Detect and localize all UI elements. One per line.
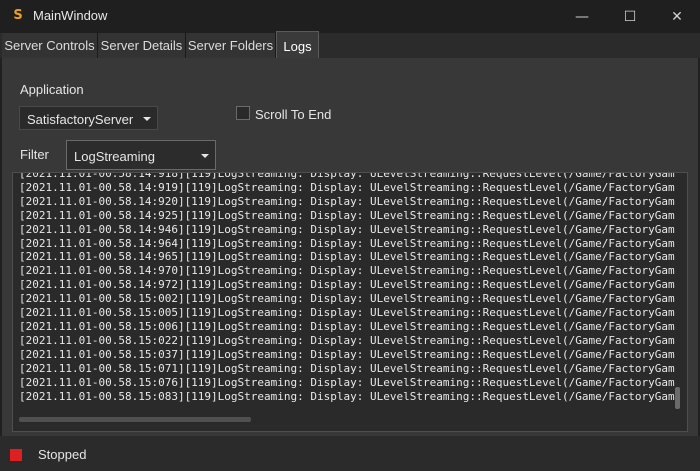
log-line: [2021.11.01-00.58.14:970][119]LogStreami… — [19, 264, 675, 278]
log-line: [2021.11.01-00.58.15:037][119]LogStreami… — [19, 347, 675, 361]
logs-panel: Application SatisfactoryServer Scroll To… — [2, 58, 698, 436]
log-line: [2021.11.01-00.58.15:083][119]LogStreami… — [19, 389, 675, 403]
tab-server-controls[interactable]: Server Controls — [2, 33, 98, 58]
vertical-scrollbar-thumb[interactable] — [675, 387, 680, 409]
log-line: [2021.11.01-00.58.14:965][119]LogStreami… — [19, 250, 675, 264]
log-line: [2021.11.01-00.58.14:972][119]LogStreami… — [19, 278, 675, 292]
log-line: [2021.11.01-00.58.14:918][119]LogStreami… — [19, 172, 675, 180]
tab-server-folders[interactable]: Server Folders — [186, 33, 276, 58]
log-output[interactable]: [2021.11.01-00.58.14:918][119]LogStreami… — [12, 172, 688, 432]
application-label: Application — [20, 82, 84, 97]
tab-strip: Server Controls Server Details Server Fo… — [0, 31, 700, 59]
application-dropdown-value: SatisfactoryServer — [27, 112, 134, 127]
close-button[interactable]: ✕ — [654, 0, 700, 33]
log-line: [2021.11.01-00.58.14:919][119]LogStreami… — [19, 180, 675, 194]
status-indicator — [10, 449, 22, 461]
tab-server-details[interactable]: Server Details — [98, 33, 186, 58]
filter-dropdown-value: LogStreaming — [74, 149, 155, 164]
log-line: [2021.11.01-00.58.15:076][119]LogStreami… — [19, 375, 675, 389]
log-line: [2021.11.01-00.58.15:071][119]LogStreami… — [19, 361, 675, 375]
log-line: [2021.11.01-00.58.15:006][119]LogStreami… — [19, 319, 675, 333]
horizontal-scrollbar-thumb[interactable] — [19, 417, 251, 422]
log-line: [2021.11.01-00.58.15:002][119]LogStreami… — [19, 292, 675, 306]
chevron-down-icon — [201, 154, 209, 158]
scroll-to-end-label[interactable]: Scroll To End — [255, 107, 331, 122]
status-text: Stopped — [38, 447, 87, 462]
log-line: [2021.11.01-00.58.15:022][119]LogStreami… — [19, 333, 675, 347]
scroll-to-end-checkbox[interactable] — [236, 106, 250, 120]
status-bar: Stopped — [0, 436, 700, 471]
log-line: [2021.11.01-00.58.14:964][119]LogStreami… — [19, 236, 675, 250]
satisfactory-logo-icon: S — [13, 8, 23, 23]
title-bar[interactable]: S MainWindow — ☐ ✕ — [0, 0, 700, 33]
filter-dropdown[interactable]: LogStreaming — [66, 140, 216, 170]
minimize-button[interactable]: — — [559, 0, 605, 33]
tab-logs[interactable]: Logs — [276, 31, 319, 59]
log-lines: [2021.11.01-00.58.14:918][119]LogStreami… — [19, 172, 675, 403]
filter-label: Filter — [20, 147, 49, 162]
chevron-down-icon — [143, 117, 151, 121]
log-line: [2021.11.01-00.58.14:920][119]LogStreami… — [19, 194, 675, 208]
application-dropdown[interactable]: SatisfactoryServer — [19, 106, 158, 130]
maximize-button[interactable]: ☐ — [607, 0, 653, 33]
log-line: [2021.11.01-00.58.14:946][119]LogStreami… — [19, 222, 675, 236]
log-line: [2021.11.01-00.58.14:925][119]LogStreami… — [19, 208, 675, 222]
window-title: MainWindow — [33, 8, 108, 23]
log-line: [2021.11.01-00.58.15:005][119]LogStreami… — [19, 306, 675, 320]
